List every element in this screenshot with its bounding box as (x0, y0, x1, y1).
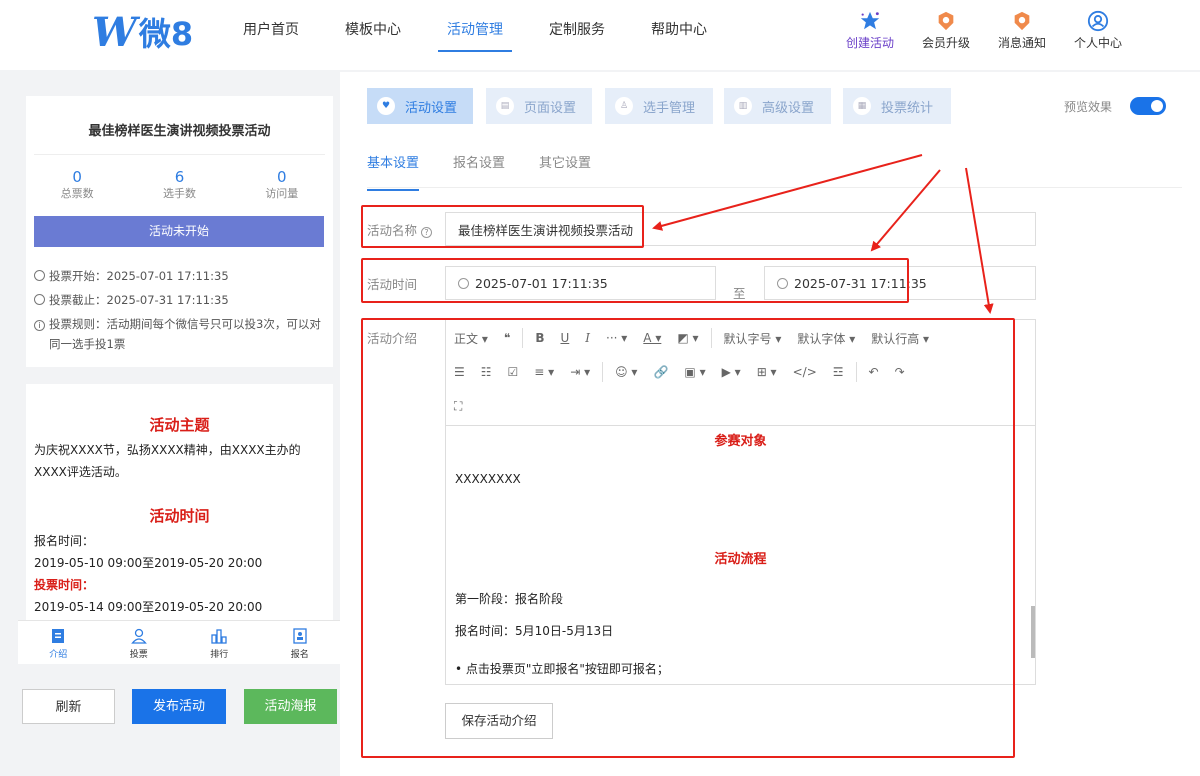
annotation-arrow (870, 169, 941, 252)
annotation-arrows (652, 154, 994, 314)
annotation-arrow (965, 167, 994, 314)
annotation-arrow (652, 154, 923, 231)
